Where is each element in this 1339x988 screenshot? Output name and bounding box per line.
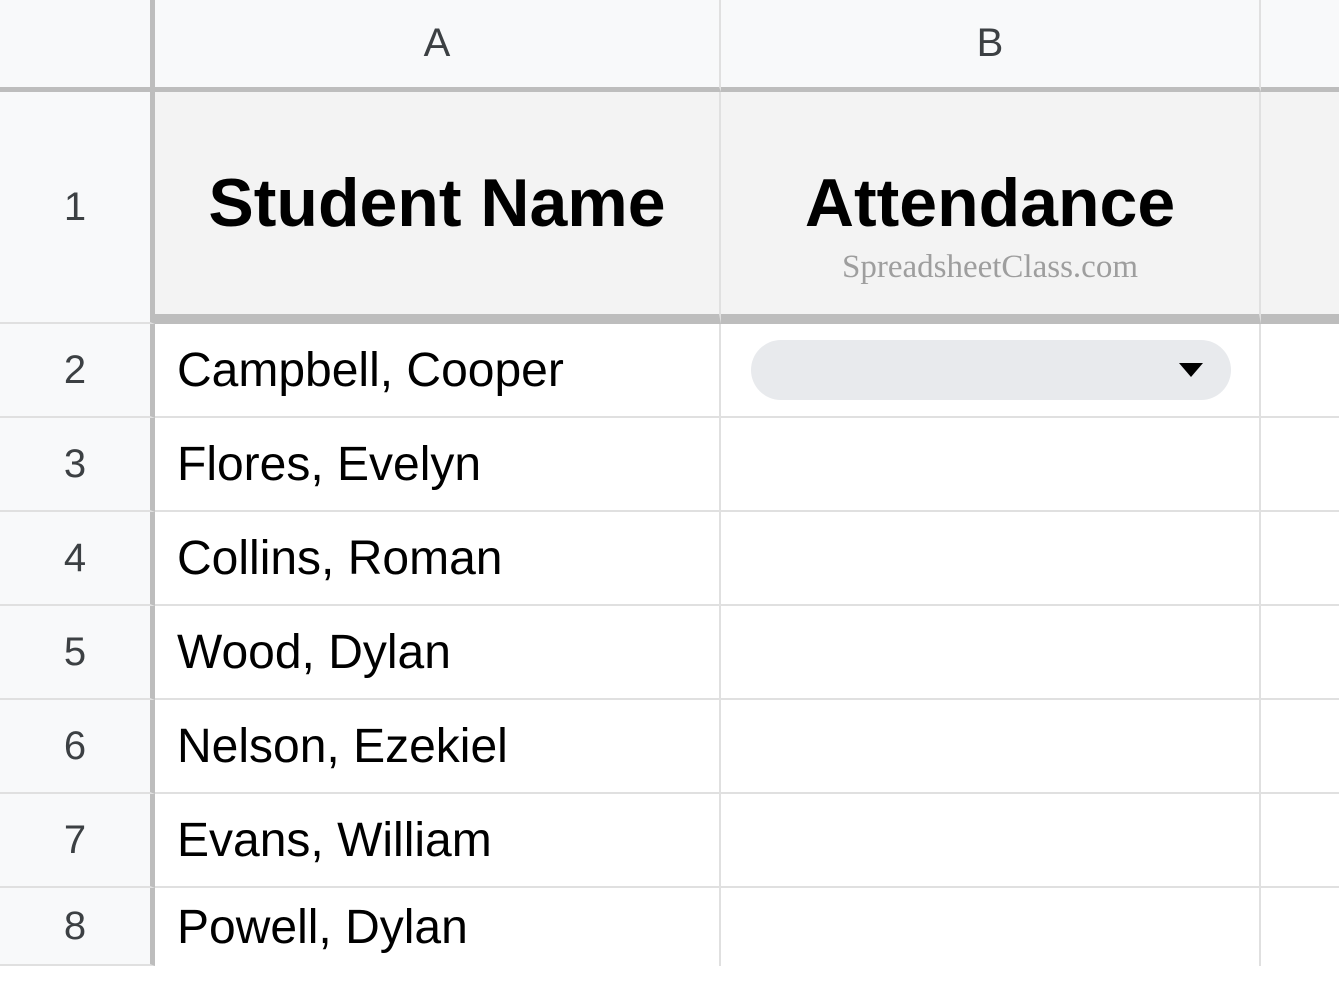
cell-c3-overflow (1261, 418, 1339, 512)
cell-a5[interactable]: Wood, Dylan (155, 606, 721, 700)
row-header-6[interactable]: 6 (0, 700, 155, 794)
row-header-2[interactable]: 2 (0, 324, 155, 418)
dropdown-chip[interactable] (751, 340, 1231, 400)
row-header-7[interactable]: 7 (0, 794, 155, 888)
cell-c2-overflow (1261, 324, 1339, 418)
cell-a6[interactable]: Nelson, Ezekiel (155, 700, 721, 794)
cell-b8[interactable] (721, 888, 1261, 966)
cell-a4[interactable]: Collins, Roman (155, 512, 721, 606)
cell-a7[interactable]: Evans, William (155, 794, 721, 888)
cell-c8-overflow (1261, 888, 1339, 966)
row-header-1[interactable]: 1 (0, 92, 155, 324)
cell-b7[interactable] (721, 794, 1261, 888)
cell-b3[interactable] (721, 418, 1261, 512)
row-header-8[interactable]: 8 (0, 888, 155, 966)
row-header-3[interactable]: 3 (0, 418, 155, 512)
cell-a2[interactable]: Campbell, Cooper (155, 324, 721, 418)
cell-a8[interactable]: Powell, Dylan (155, 888, 721, 966)
cell-c6-overflow (1261, 700, 1339, 794)
column-header-b[interactable]: B (721, 0, 1261, 92)
cell-a1[interactable]: Student Name (155, 92, 721, 324)
cell-b2[interactable] (721, 324, 1261, 418)
column-header-a[interactable]: A (155, 0, 721, 92)
row-header-5[interactable]: 5 (0, 606, 155, 700)
cell-b5[interactable] (721, 606, 1261, 700)
cell-c4-overflow (1261, 512, 1339, 606)
cell-c7-overflow (1261, 794, 1339, 888)
cell-b4[interactable] (721, 512, 1261, 606)
chevron-down-icon (1179, 363, 1203, 377)
header-attendance: Attendance (805, 164, 1175, 242)
spreadsheet-grid: A B 1 Student Name Attendance Spreadshee… (0, 0, 1339, 966)
select-all-corner[interactable] (0, 0, 155, 92)
header-student-name: Student Name (208, 164, 665, 242)
cell-c1-overflow (1261, 92, 1339, 324)
column-header-overflow (1261, 0, 1339, 92)
cell-b1[interactable]: Attendance SpreadsheetClass.com (721, 92, 1261, 324)
cell-a3[interactable]: Flores, Evelyn (155, 418, 721, 512)
cell-b6[interactable] (721, 700, 1261, 794)
cell-c5-overflow (1261, 606, 1339, 700)
row-header-4[interactable]: 4 (0, 512, 155, 606)
watermark-text: SpreadsheetClass.com (842, 249, 1138, 286)
